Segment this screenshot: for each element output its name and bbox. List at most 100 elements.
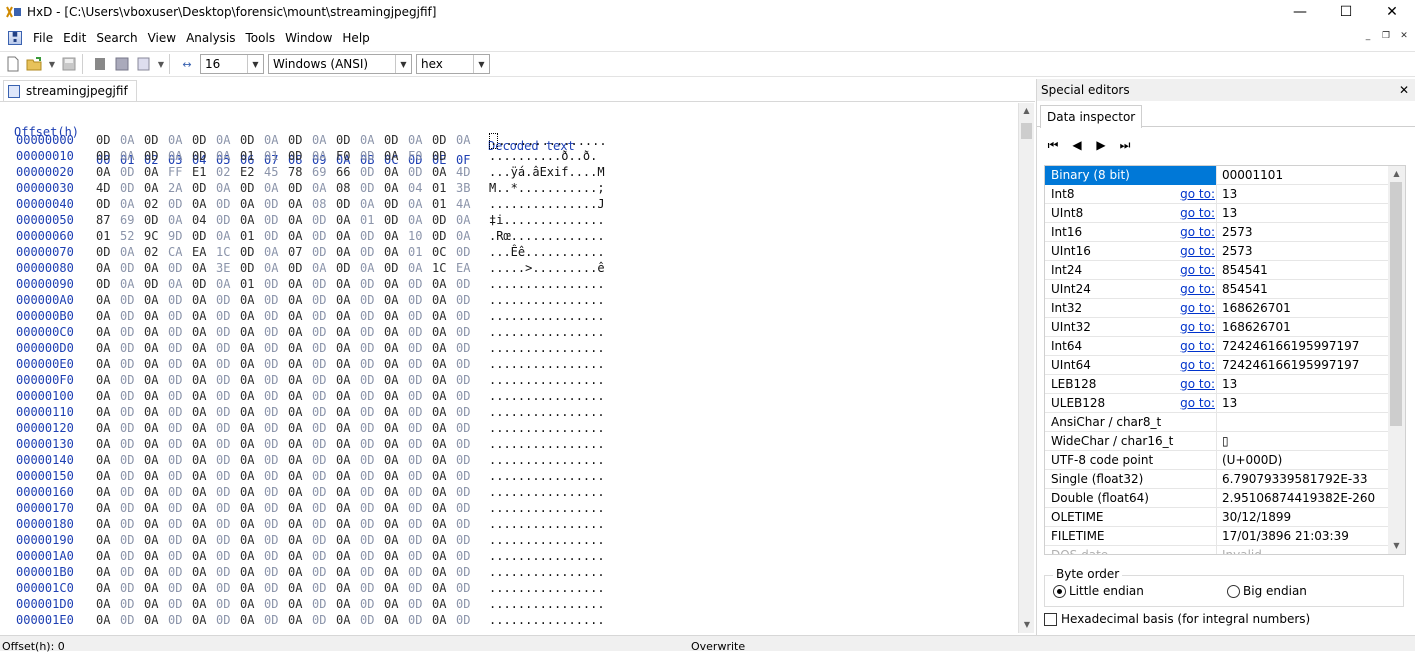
- hex-byte[interactable]: 0A: [192, 565, 210, 579]
- hex-byte[interactable]: 0A: [384, 389, 402, 403]
- hex-byte[interactable]: 0D: [408, 341, 426, 355]
- hex-byte[interactable]: 0D: [264, 309, 282, 323]
- hex-byte[interactable]: 0A: [288, 517, 306, 531]
- hex-byte[interactable]: 0A: [288, 341, 306, 355]
- hex-byte[interactable]: 0A: [432, 373, 450, 387]
- menu-help[interactable]: Help: [337, 31, 374, 45]
- hex-byte[interactable]: 0A: [192, 469, 210, 483]
- hex-byte[interactable]: 0A: [96, 421, 114, 435]
- inspector-row[interactable]: Int8 go to: 13: [1045, 185, 1389, 204]
- hex-byte[interactable]: 0A: [384, 421, 402, 435]
- hex-byte[interactable]: 0D: [264, 325, 282, 339]
- hex-byte[interactable]: 0D: [456, 357, 474, 371]
- hex-byte[interactable]: 0A: [96, 517, 114, 531]
- hex-byte[interactable]: 0A: [312, 261, 330, 275]
- hex-byte[interactable]: 0A: [336, 405, 354, 419]
- hex-byte[interactable]: 52: [120, 229, 138, 243]
- goto-link[interactable]: go to:: [1171, 280, 1215, 298]
- hex-byte[interactable]: 0A: [240, 421, 258, 435]
- hex-byte[interactable]: 0A: [96, 501, 114, 515]
- hex-byte[interactable]: 0A: [384, 517, 402, 531]
- hex-byte[interactable]: 0D: [120, 581, 138, 595]
- inspector-field-value[interactable]: (U+000D): [1222, 451, 1282, 469]
- hex-byte[interactable]: 0A: [168, 277, 186, 291]
- hex-byte[interactable]: 0A: [192, 261, 210, 275]
- inspector-field-value[interactable]: ▯: [1222, 432, 1229, 450]
- inspector-row[interactable]: UInt8 go to: 13: [1045, 204, 1389, 223]
- hex-byte[interactable]: 0A: [96, 613, 114, 627]
- hex-byte[interactable]: 0A: [336, 357, 354, 371]
- inspector-row[interactable]: Double (float64) 2.95106874419382E-260: [1045, 489, 1389, 508]
- hex-byte[interactable]: 0D: [360, 581, 378, 595]
- hex-byte[interactable]: 0A: [336, 325, 354, 339]
- hex-byte[interactable]: 0D: [384, 213, 402, 227]
- hex-byte[interactable]: 0A: [288, 197, 306, 211]
- hex-byte[interactable]: 0A: [432, 581, 450, 595]
- hex-byte[interactable]: 0D: [456, 453, 474, 467]
- menu-analysis[interactable]: Analysis: [181, 31, 240, 45]
- hex-byte[interactable]: EA: [456, 261, 474, 275]
- hex-byte[interactable]: 0D: [384, 261, 402, 275]
- hex-byte[interactable]: 0A: [384, 453, 402, 467]
- hex-byte[interactable]: 0D: [120, 405, 138, 419]
- hex-byte[interactable]: 0D: [360, 277, 378, 291]
- hex-byte[interactable]: 0D: [120, 421, 138, 435]
- hex-byte[interactable]: 0A: [432, 453, 450, 467]
- hex-byte[interactable]: 0D: [216, 373, 234, 387]
- decoded-text[interactable]: ................: [489, 133, 607, 149]
- hex-byte[interactable]: 0D: [360, 229, 378, 243]
- hex-byte[interactable]: 0A: [192, 325, 210, 339]
- hex-byte[interactable]: CA: [168, 245, 186, 259]
- inspector-field-value[interactable]: 2573: [1222, 242, 1253, 260]
- hex-byte[interactable]: 0A: [240, 325, 258, 339]
- hex-byte[interactable]: 0D: [360, 469, 378, 483]
- hex-byte[interactable]: 0D: [120, 181, 138, 195]
- print-icon[interactable]: [113, 55, 131, 73]
- hex-byte[interactable]: 0A: [336, 229, 354, 243]
- charset-select[interactable]: Windows (ANSI) ▼: [268, 54, 412, 74]
- hex-byte[interactable]: 0D: [264, 533, 282, 547]
- hex-byte[interactable]: 0A: [432, 613, 450, 627]
- hex-byte[interactable]: 0A: [384, 597, 402, 611]
- decoded-text[interactable]: ................: [489, 517, 605, 531]
- hex-byte[interactable]: 0D: [360, 421, 378, 435]
- hex-byte[interactable]: 0D: [120, 165, 138, 179]
- hex-byte[interactable]: 0A: [288, 613, 306, 627]
- decoded-text[interactable]: .Rœ.............: [489, 229, 605, 243]
- hex-byte[interactable]: 0D: [216, 565, 234, 579]
- hex-byte[interactable]: 0D: [456, 485, 474, 499]
- hex-byte[interactable]: 0D: [168, 597, 186, 611]
- hex-byte[interactable]: 0A: [192, 613, 210, 627]
- hex-byte[interactable]: 0A: [288, 357, 306, 371]
- hex-byte[interactable]: 0D: [216, 533, 234, 547]
- hex-byte[interactable]: 0A: [240, 485, 258, 499]
- hex-byte[interactable]: 0A: [288, 293, 306, 307]
- hex-byte[interactable]: 0A: [240, 453, 258, 467]
- hex-byte[interactable]: 0A: [432, 421, 450, 435]
- properties-icon[interactable]: [135, 55, 153, 73]
- hex-byte[interactable]: 0D: [360, 517, 378, 531]
- hex-byte[interactable]: 0D: [264, 581, 282, 595]
- hex-byte[interactable]: 0A: [240, 389, 258, 403]
- hex-byte[interactable]: 0A: [336, 597, 354, 611]
- hex-byte[interactable]: 0A: [144, 181, 162, 195]
- goto-link[interactable]: go to:: [1171, 299, 1215, 317]
- hex-byte[interactable]: 0D: [408, 165, 426, 179]
- hex-byte[interactable]: 0A: [288, 597, 306, 611]
- hex-byte[interactable]: 0A: [144, 309, 162, 323]
- decoded-text[interactable]: ................: [489, 421, 605, 435]
- hex-byte[interactable]: 02: [216, 165, 234, 179]
- hex-byte[interactable]: 01: [240, 277, 258, 291]
- hex-byte[interactable]: 0D: [312, 373, 330, 387]
- hex-byte[interactable]: 0D: [408, 389, 426, 403]
- hex-byte[interactable]: E2: [240, 165, 258, 179]
- hex-byte[interactable]: 0A: [96, 373, 114, 387]
- hex-byte[interactable]: 0A: [288, 453, 306, 467]
- hex-byte[interactable]: 2A: [168, 181, 186, 195]
- hex-byte[interactable]: 0A: [336, 565, 354, 579]
- hex-byte[interactable]: 0D: [360, 373, 378, 387]
- hex-byte[interactable]: 0A: [240, 309, 258, 323]
- tab-data-inspector[interactable]: Data inspector: [1040, 105, 1143, 128]
- hex-byte[interactable]: 0D: [168, 581, 186, 595]
- hex-byte[interactable]: 0A: [192, 533, 210, 547]
